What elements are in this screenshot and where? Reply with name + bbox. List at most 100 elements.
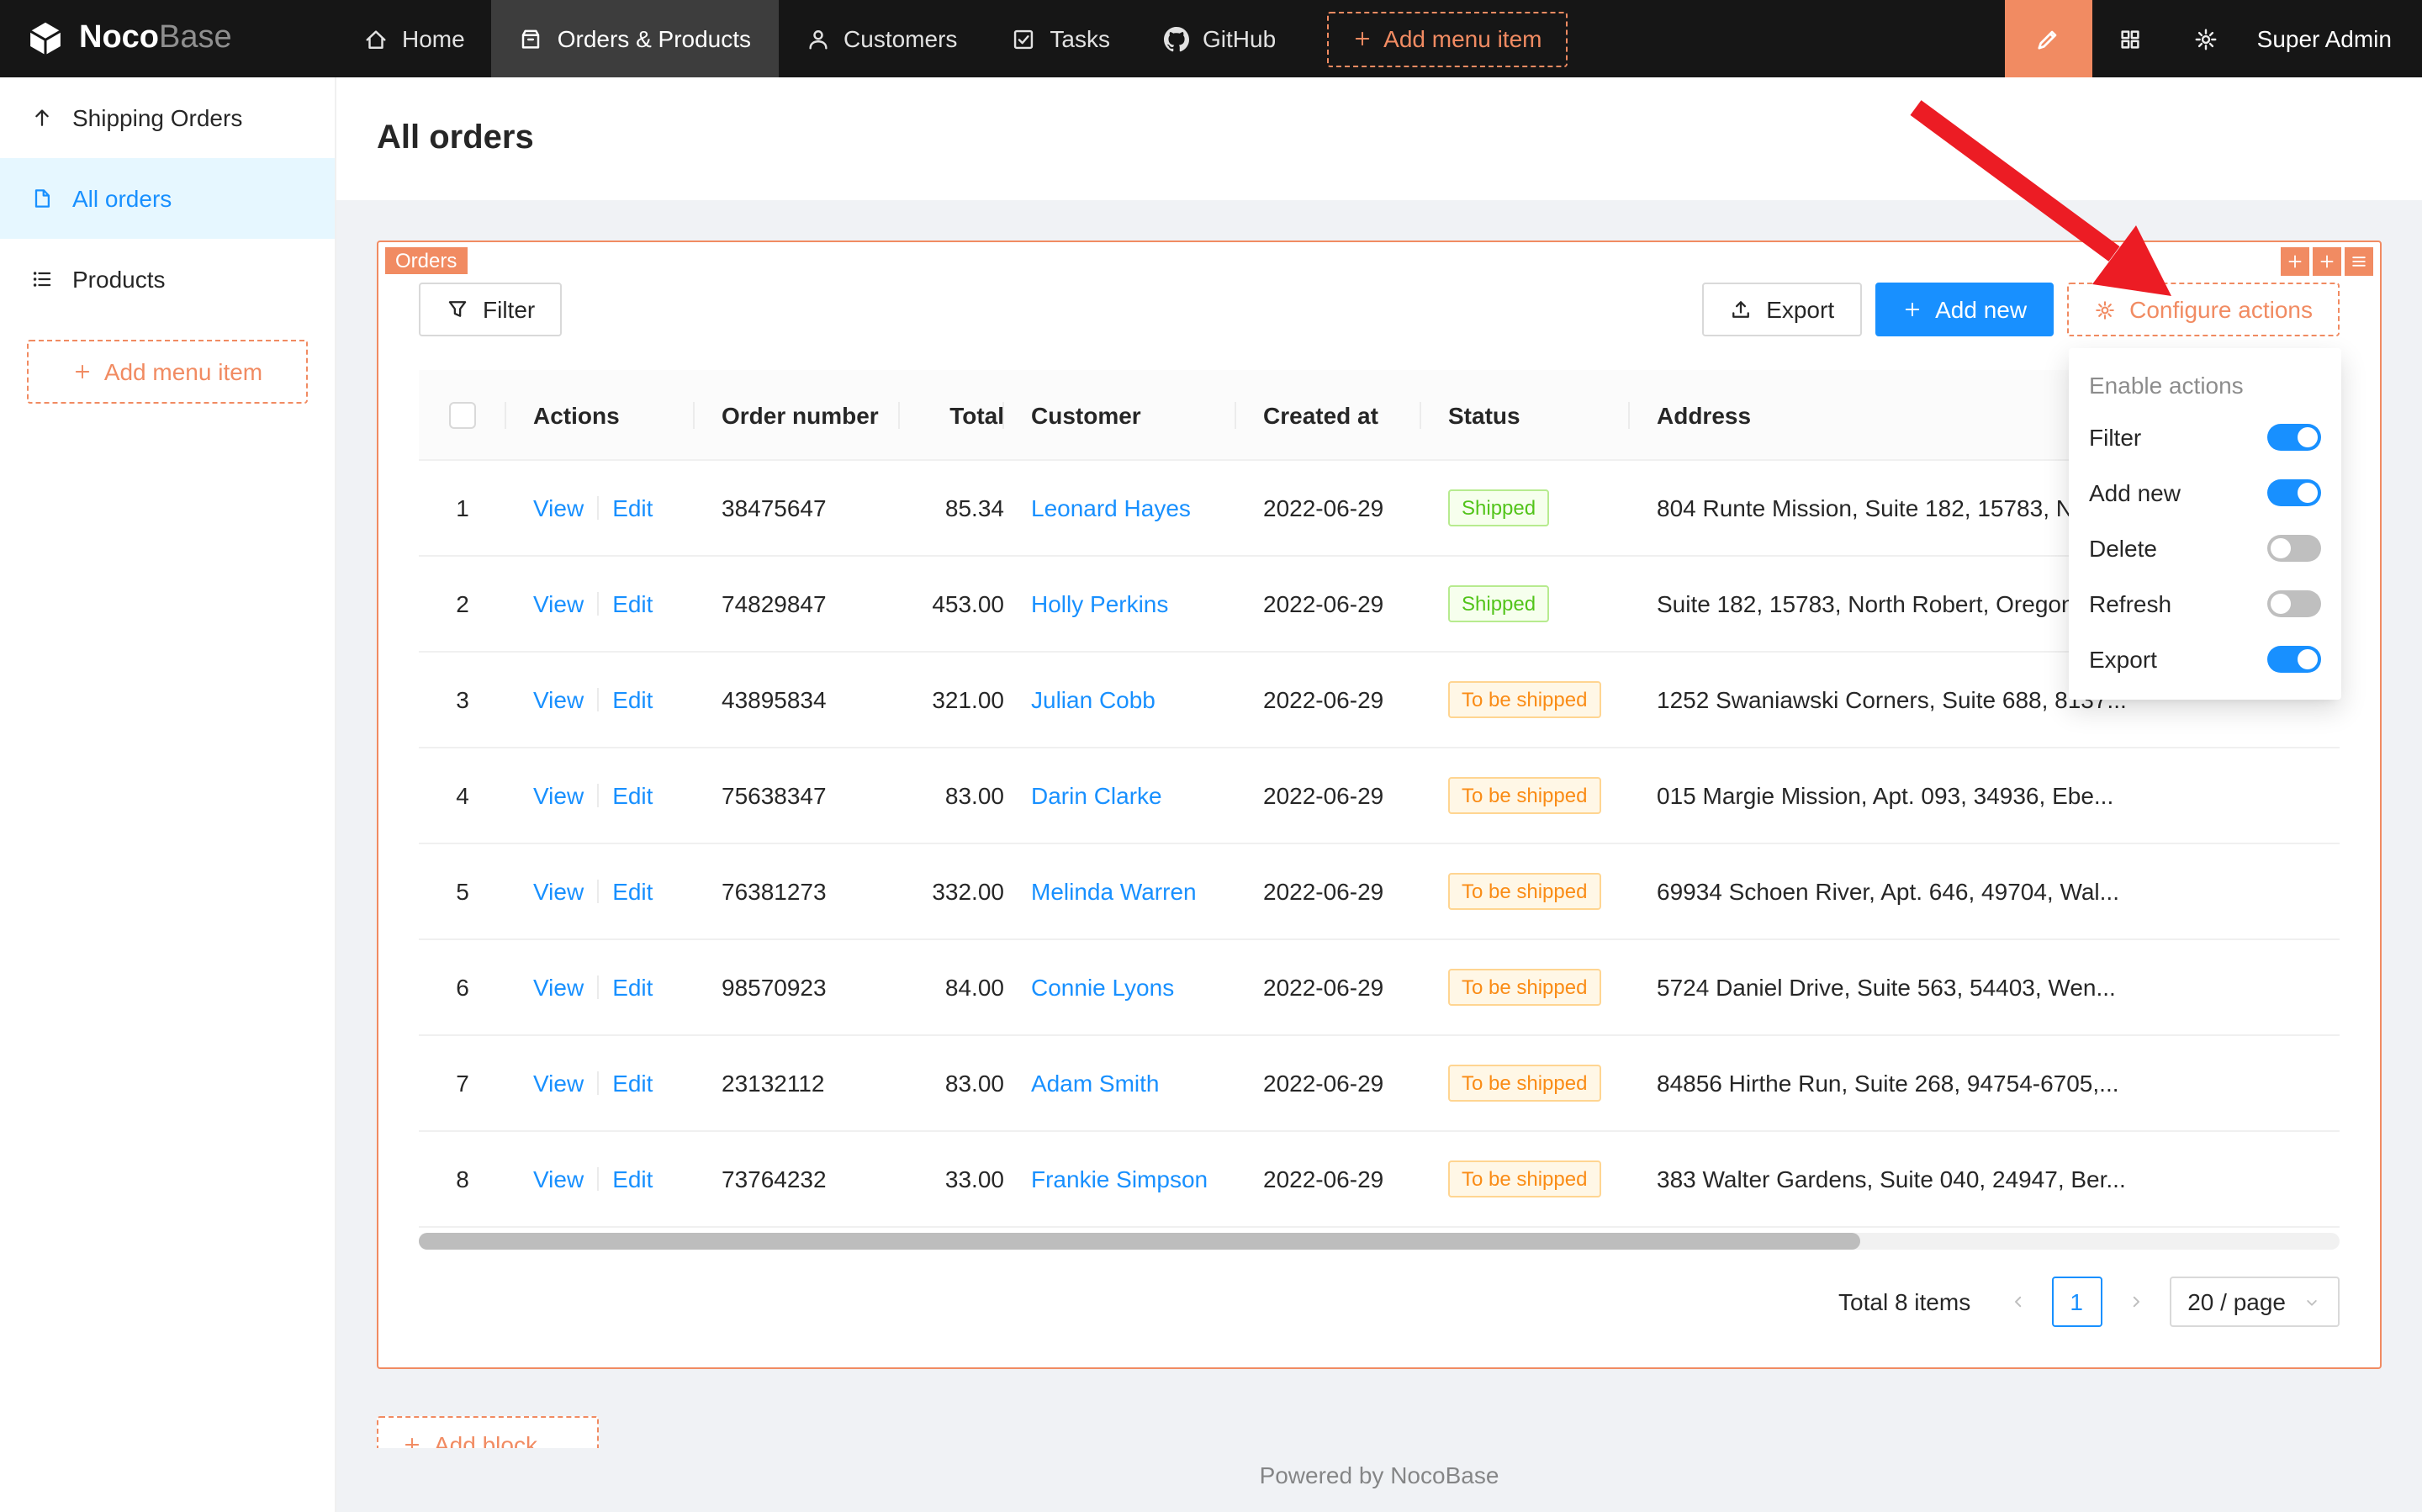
add-block-button[interactable]: Add block bbox=[377, 1416, 599, 1448]
row-index: 1 bbox=[419, 494, 506, 521]
row-actions-cell: View Edit bbox=[506, 878, 695, 905]
row-actions-cell: View Edit bbox=[506, 1070, 695, 1097]
menu-label: Orders & Products bbox=[558, 25, 751, 52]
customer-link[interactable]: Darin Clarke bbox=[1004, 782, 1236, 809]
sidebar-item-shipping-orders[interactable]: Shipping Orders bbox=[0, 77, 335, 158]
address-cell: 69934 Schoen River, Apt. 646, 49704, Wal… bbox=[1630, 878, 2340, 905]
page-body: Orders Filter bbox=[336, 200, 2422, 1512]
page-size-select[interactable]: 20 / page bbox=[2169, 1277, 2340, 1327]
refresh-toggle[interactable] bbox=[2267, 589, 2321, 616]
content-frame: Shipping Orders All orders Products Add … bbox=[0, 77, 2422, 1512]
block-menu-icon[interactable] bbox=[2345, 247, 2373, 276]
edit-link[interactable]: Edit bbox=[612, 686, 653, 713]
dropdown-item-add-new[interactable]: Add new bbox=[2069, 464, 2341, 520]
col-header-actions: Actions bbox=[506, 401, 695, 428]
view-link[interactable]: View bbox=[533, 1166, 584, 1192]
sidebar-item-products[interactable]: Products bbox=[0, 239, 335, 320]
customer-link[interactable]: Connie Lyons bbox=[1004, 974, 1236, 1001]
edit-link[interactable]: Edit bbox=[612, 1166, 653, 1192]
edit-link[interactable]: Edit bbox=[612, 878, 653, 905]
filter-button-label: Filter bbox=[483, 296, 535, 323]
customer-link[interactable]: Frankie Simpson bbox=[1004, 1166, 1236, 1192]
apps-grid-icon bbox=[2118, 26, 2143, 51]
status-cell: Shipped bbox=[1421, 585, 1630, 622]
export-toggle[interactable] bbox=[2267, 645, 2321, 672]
table-header-row: Actions Order number Total Customer Crea… bbox=[419, 370, 2340, 461]
total-cell: 33.00 bbox=[900, 1166, 1004, 1192]
nocobase-logo[interactable]: NocoBase bbox=[0, 20, 336, 57]
order-number-cell: 74829847 bbox=[695, 590, 900, 617]
edit-link[interactable]: Edit bbox=[612, 974, 653, 1001]
main-area: All orders Orders Filter bbox=[336, 77, 2422, 1512]
order-number-cell: 73764232 bbox=[695, 1166, 900, 1192]
edit-link[interactable]: Edit bbox=[612, 590, 653, 617]
view-link[interactable]: View bbox=[533, 782, 584, 809]
filter-toggle[interactable] bbox=[2267, 423, 2321, 450]
view-link[interactable]: View bbox=[533, 686, 584, 713]
customer-link[interactable]: Melinda Warren bbox=[1004, 878, 1236, 905]
page-number-button[interactable]: 1 bbox=[2051, 1277, 2102, 1327]
customer-link[interactable]: Julian Cobb bbox=[1004, 686, 1236, 713]
horizontal-scrollbar-thumb[interactable] bbox=[419, 1233, 1859, 1250]
customer-link[interactable]: Holly Perkins bbox=[1004, 590, 1236, 617]
divider bbox=[597, 688, 599, 711]
view-link[interactable]: View bbox=[533, 974, 584, 1001]
navbar-right: Super Admin bbox=[2005, 0, 2422, 77]
ui-editor-toggle-button[interactable] bbox=[2005, 0, 2092, 77]
edit-link[interactable]: Edit bbox=[612, 1070, 653, 1097]
customer-link[interactable]: Leonard Hayes bbox=[1004, 494, 1236, 521]
plugin-manager-button[interactable] bbox=[2092, 0, 2168, 77]
nav-add-menu-item-button[interactable]: Add menu item bbox=[1326, 11, 1567, 66]
add-new-button[interactable]: Add new bbox=[1875, 283, 2054, 336]
export-button[interactable]: Export bbox=[1702, 283, 1861, 336]
menu-item-tasks[interactable]: Tasks bbox=[984, 0, 1137, 77]
add-block-inline-icon[interactable] bbox=[2313, 247, 2341, 276]
sidebar-item-label: Shipping Orders bbox=[72, 104, 242, 131]
export-upload-icon bbox=[1729, 298, 1753, 321]
sidebar-item-all-orders[interactable]: All orders bbox=[0, 158, 335, 239]
col-header-order-number: Order number bbox=[695, 401, 900, 428]
add-new-toggle[interactable] bbox=[2267, 478, 2321, 505]
view-link[interactable]: View bbox=[533, 1070, 584, 1097]
edit-link[interactable]: Edit bbox=[612, 494, 653, 521]
filter-funnel-icon bbox=[446, 298, 469, 321]
enable-actions-dropdown: Enable actions Filter Add new Delete bbox=[2069, 348, 2341, 700]
divider bbox=[597, 592, 599, 616]
customer-link[interactable]: Adam Smith bbox=[1004, 1070, 1236, 1097]
menu-item-home[interactable]: Home bbox=[336, 0, 492, 77]
view-link[interactable]: View bbox=[533, 590, 584, 617]
sidebar-item-label: All orders bbox=[72, 185, 172, 212]
current-user-menu[interactable]: Super Admin bbox=[2244, 25, 2422, 52]
dropdown-item-delete[interactable]: Delete bbox=[2069, 520, 2341, 575]
status-cell: To be shipped bbox=[1421, 873, 1630, 910]
dropdown-item-label: Delete bbox=[2089, 534, 2267, 561]
status-badge: To be shipped bbox=[1448, 873, 1600, 910]
drag-handle-icon[interactable] bbox=[2281, 247, 2309, 276]
settings-button[interactable] bbox=[2168, 0, 2244, 77]
col-header-customer: Customer bbox=[1004, 401, 1236, 428]
filter-button[interactable]: Filter bbox=[419, 283, 562, 336]
prev-page-button[interactable] bbox=[1997, 1278, 2038, 1325]
table-row: 6 ViewEdit 98570923 84.00 Connie Lyons 2… bbox=[419, 940, 2340, 1036]
total-cell: 83.00 bbox=[900, 1070, 1004, 1097]
menu-item-github[interactable]: GitHub bbox=[1137, 0, 1303, 77]
configure-actions-button[interactable]: Configure actions bbox=[2067, 283, 2340, 336]
document-icon bbox=[30, 187, 54, 210]
status-badge: To be shipped bbox=[1448, 1160, 1600, 1197]
view-link[interactable]: View bbox=[533, 494, 584, 521]
menu-item-orders-products[interactable]: Orders & Products bbox=[492, 0, 778, 77]
view-link[interactable]: View bbox=[533, 878, 584, 905]
powered-by-footer: Powered by NocoBase bbox=[377, 1462, 2382, 1488]
sidebar-add-menu-item-button[interactable]: Add menu item bbox=[27, 340, 308, 404]
menu-item-customers[interactable]: Customers bbox=[778, 0, 984, 77]
dropdown-item-export[interactable]: Export bbox=[2069, 631, 2341, 686]
dropdown-item-filter[interactable]: Filter bbox=[2069, 409, 2341, 464]
address-cell: 5724 Daniel Drive, Suite 563, 54403, Wen… bbox=[1630, 974, 2340, 1001]
add-new-button-label: Add new bbox=[1935, 296, 2027, 323]
edit-link[interactable]: Edit bbox=[612, 782, 653, 809]
select-all-checkbox[interactable] bbox=[449, 401, 476, 428]
nav-add-menu-item-label: Add menu item bbox=[1383, 25, 1542, 52]
dropdown-item-refresh[interactable]: Refresh bbox=[2069, 575, 2341, 631]
delete-toggle[interactable] bbox=[2267, 534, 2321, 561]
next-page-button[interactable] bbox=[2115, 1278, 2155, 1325]
